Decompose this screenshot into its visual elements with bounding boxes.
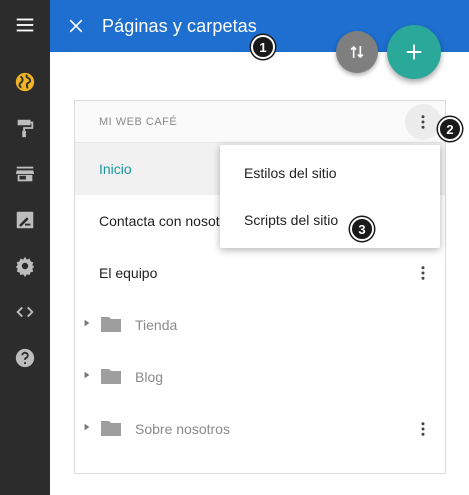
page-title: Páginas y carpetas [102, 16, 257, 36]
site-header-row: MI WEB CAFÉ [75, 101, 445, 143]
more-vert-icon [421, 115, 425, 129]
plus-icon [406, 44, 422, 60]
callout-badge-1: 1 [251, 35, 275, 59]
hamburger-menu-icon[interactable] [0, 2, 50, 48]
callout-badge-2: 2 [438, 117, 462, 141]
page-item-el-equipo[interactable]: El equipo [75, 247, 445, 299]
folder-label: Blog [135, 369, 164, 385]
globe-icon[interactable] [0, 59, 50, 105]
folder-icon [101, 369, 121, 384]
more-vert-icon [421, 422, 425, 436]
sort-button[interactable] [336, 31, 378, 73]
sort-icon [350, 45, 364, 59]
close-icon[interactable] [60, 10, 92, 42]
store-icon[interactable] [0, 151, 50, 197]
page-options-button[interactable] [405, 255, 441, 291]
folder-icon [101, 317, 121, 332]
folder-item-blog[interactable]: Blog [75, 351, 445, 403]
folder-item-sobre-nosotros[interactable]: Sobre nosotros [75, 403, 445, 455]
site-options-button[interactable] [405, 104, 441, 140]
more-vert-icon [421, 266, 425, 280]
edit-signature-icon[interactable] [0, 197, 50, 243]
help-icon[interactable] [0, 335, 50, 381]
caret-right-icon[interactable] [81, 369, 93, 381]
left-rail [0, 0, 50, 495]
gear-icon[interactable] [0, 243, 50, 289]
add-button[interactable] [387, 25, 441, 79]
page-label: Contacta con nosotros [99, 213, 240, 229]
site-options-menu: Estilos del sitio Scripts del sitio [220, 145, 440, 248]
menu-item-label: Estilos del sitio [244, 165, 337, 181]
folder-label: Tienda [135, 317, 178, 333]
page-label: Inicio [99, 161, 132, 177]
menu-item-label: Scripts del sitio [244, 212, 339, 228]
code-icon[interactable] [0, 289, 50, 335]
paint-roller-icon[interactable] [0, 105, 50, 151]
page-label: El equipo [99, 265, 158, 281]
site-name: MI WEB CAFÉ [99, 116, 178, 128]
folder-item-tienda[interactable]: Tienda [75, 299, 445, 351]
caret-right-icon[interactable] [81, 317, 93, 329]
folder-options-button[interactable] [405, 411, 441, 447]
caret-right-icon[interactable] [81, 421, 93, 433]
callout-badge-3: 3 [350, 217, 374, 241]
folder-icon [101, 421, 121, 436]
menu-item-site-scripts[interactable]: Scripts del sitio [220, 197, 440, 243]
menu-item-site-styles[interactable]: Estilos del sitio [220, 150, 440, 196]
folder-label: Sobre nosotros [135, 421, 230, 437]
